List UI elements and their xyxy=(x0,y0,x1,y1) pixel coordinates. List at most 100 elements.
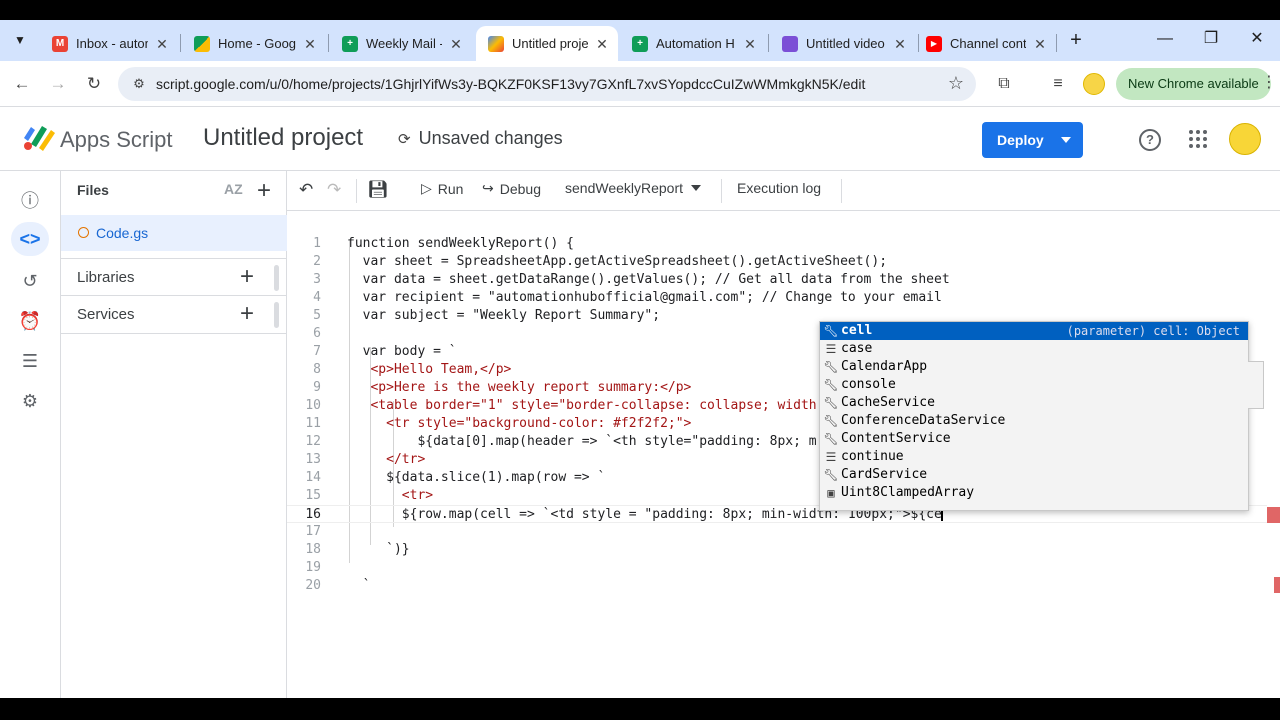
back-arrow-icon[interactable]: ← xyxy=(10,72,34,96)
profile-avatar[interactable] xyxy=(1083,73,1105,95)
new-chrome-available-button[interactable]: New Chrome available xyxy=(1116,68,1271,100)
add-service-plus-icon[interactable]: + xyxy=(240,302,254,326)
help-icon[interactable]: ? xyxy=(1139,129,1161,151)
code-line-text: <p>Here is the weekly report summary:</p… xyxy=(347,380,692,395)
libraries-section[interactable]: Libraries + xyxy=(61,258,287,296)
code-line-text: function sendWeeklyReport() { xyxy=(347,236,574,251)
play-icon: ▷ xyxy=(421,180,432,196)
panel-scrollbar[interactable] xyxy=(274,265,279,291)
code-line: 17 xyxy=(305,524,321,539)
more-vert-icon[interactable]: ⋮ xyxy=(1261,72,1277,92)
code-line-text: ${data[0].map(header => `<th style="padd… xyxy=(347,434,817,449)
close-icon[interactable]: ✕ xyxy=(448,36,464,52)
add-library-plus-icon[interactable]: + xyxy=(240,265,254,289)
save-disk-icon[interactable]: 💾︎ xyxy=(367,180,389,200)
files-panel: Files AZ + Code.gs Libraries + Services … xyxy=(61,171,287,698)
code-line-text: var data = sheet.getDataRange().getValue… xyxy=(347,272,950,287)
suggestion-item[interactable]: 🔧︎ CardService xyxy=(820,466,1248,484)
youtube-icon: ▶ xyxy=(926,35,942,52)
error-marker xyxy=(1274,577,1280,593)
run-button[interactable]: ▷ Run xyxy=(421,180,463,197)
google-sheets-icon: + xyxy=(342,35,358,52)
code-line: 2 var sheet = SpreadsheetApp.getActiveSp… xyxy=(313,254,888,269)
browser-tab-inbox[interactable]: M Inbox - autom ✕ xyxy=(40,26,178,61)
suggestion-item[interactable]: 🔧︎ cell (parameter) cell: Object xyxy=(820,322,1248,340)
left-nav-rail: ⓘ <> ↺ ⏰ ☰ ⚙ xyxy=(0,171,61,698)
code-line: 18 `)} xyxy=(305,542,410,557)
suggestion-item[interactable]: ☰ case xyxy=(820,340,1248,358)
browser-tab-untitled-video[interactable]: Untitled video ✕ xyxy=(770,26,916,61)
services-section[interactable]: Services + xyxy=(61,296,287,334)
media-queue-icon[interactable]: ≡ xyxy=(1046,72,1070,96)
wrench-icon: 🔧︎ xyxy=(823,468,839,482)
suggestion-item[interactable]: 🔧︎ ContentService xyxy=(820,430,1248,448)
browser-tab-channel-content[interactable]: ▶ Channel cont ✕ xyxy=(914,26,1056,61)
redo-icon[interactable]: ↷ xyxy=(327,180,341,200)
code-line: 19 xyxy=(305,560,321,575)
close-icon[interactable]: ✕ xyxy=(1032,36,1048,52)
url-text[interactable]: script.google.com/u/0/home/projects/1Ghj… xyxy=(156,76,865,92)
window-close-icon[interactable]: ✕ xyxy=(1245,28,1269,52)
suggestion-item[interactable]: 🔧︎ CalendarApp xyxy=(820,358,1248,376)
code-line-text: <table border="1" style="border-collapse… xyxy=(347,398,817,413)
code-line-text: `)} xyxy=(347,542,410,557)
extensions-puzzle-icon[interactable]: ⧉ xyxy=(992,72,1016,96)
executions-list-icon[interactable]: ☰ xyxy=(16,347,44,375)
debug-button[interactable]: ↪ Debug xyxy=(482,180,541,197)
forward-arrow-icon[interactable]: → xyxy=(46,72,70,96)
video-letterbox-top xyxy=(0,0,1280,20)
browser-tab-drive[interactable]: Home - Goog ✕ xyxy=(182,26,326,61)
overview-info-icon[interactable]: ⓘ xyxy=(16,187,44,215)
suggestion-item[interactable]: 🔧︎ ConferenceDataService xyxy=(820,412,1248,430)
class-icon: ▣ xyxy=(827,486,835,500)
close-icon[interactable]: ✕ xyxy=(742,36,758,52)
alarm-clock-icon[interactable]: ⏰ xyxy=(16,307,44,335)
autocomplete-suggestions: 🔧︎ cell (parameter) cell: Object ☰ case … xyxy=(819,321,1249,511)
close-icon[interactable]: ✕ xyxy=(154,36,170,52)
suggestion-item[interactable]: ☰ continue xyxy=(820,448,1248,466)
close-icon[interactable]: ✕ xyxy=(302,36,318,52)
restore-icon[interactable]: ❐ xyxy=(1199,28,1223,52)
close-icon[interactable]: ✕ xyxy=(594,36,610,52)
error-marker xyxy=(1267,507,1280,523)
apps-script-logo-icon xyxy=(24,126,55,151)
browser-tab-weekly-mail[interactable]: + Weekly Mail - ✕ xyxy=(330,26,472,61)
google-apps-grid-icon[interactable] xyxy=(1189,130,1207,148)
file-item-code-gs[interactable]: Code.gs xyxy=(61,215,287,251)
bookmark-star-icon[interactable]: ☆ xyxy=(948,73,964,94)
account-avatar[interactable] xyxy=(1229,123,1261,155)
unsaved-file-dot-icon xyxy=(78,227,89,238)
settings-gear-icon[interactable]: ⚙ xyxy=(16,387,44,415)
browser-tab-strip: ▼ M Inbox - autom ✕ Home - Goog ✕ + Week… xyxy=(0,20,1280,61)
editor-code-icon[interactable]: <> xyxy=(11,222,49,256)
panel-scrollbar[interactable] xyxy=(274,302,279,328)
suggestion-item[interactable]: 🔧︎ CacheService xyxy=(820,394,1248,412)
wrench-icon: 🔧︎ xyxy=(823,414,839,428)
suggestion-item[interactable]: 🔧︎ console xyxy=(820,376,1248,394)
browser-tab-apps-script[interactable]: Untitled proje ✕ xyxy=(476,26,618,61)
code-line-text: <tr> xyxy=(347,488,434,503)
function-selector[interactable]: sendWeeklyReport xyxy=(565,180,702,196)
wrench-icon: 🔧︎ xyxy=(823,396,839,410)
close-icon[interactable]: ✕ xyxy=(892,36,908,52)
address-bar[interactable]: ⚙ script.google.com/u/0/home/projects/1G… xyxy=(118,67,976,101)
tab-search-chevron-icon[interactable]: ▼ xyxy=(8,28,32,52)
deploy-button[interactable]: Deploy xyxy=(982,122,1083,158)
code-line: 1 function sendWeeklyReport() { xyxy=(313,236,574,251)
code-line: 4 var recipient = "automationhubofficial… xyxy=(313,290,942,305)
minimize-icon[interactable]: — xyxy=(1153,28,1177,52)
app-name: Apps Script xyxy=(60,127,173,152)
undo-icon[interactable]: ↶ xyxy=(299,180,313,200)
apps-script-app: Apps Script Untitled project ⟳ Unsaved c… xyxy=(0,107,1280,698)
site-info-icon[interactable]: ⚙ xyxy=(130,75,148,93)
suggestion-item[interactable]: ▣ Uint8ClampedArray xyxy=(820,484,1248,502)
project-title[interactable]: Untitled project xyxy=(203,124,363,152)
execution-log-button[interactable]: Execution log xyxy=(737,180,821,196)
sort-az-icon[interactable]: AZ xyxy=(224,181,243,197)
code-line-text: <p>Hello Team,</p> xyxy=(347,362,512,377)
new-tab-plus-icon[interactable]: + xyxy=(1064,29,1088,53)
add-file-plus-icon[interactable]: + xyxy=(257,179,271,203)
reload-icon[interactable]: ↻ xyxy=(82,72,106,96)
triggers-history-icon[interactable]: ↺ xyxy=(16,267,44,295)
browser-tab-automation-hub[interactable]: + Automation H ✕ xyxy=(620,26,766,61)
